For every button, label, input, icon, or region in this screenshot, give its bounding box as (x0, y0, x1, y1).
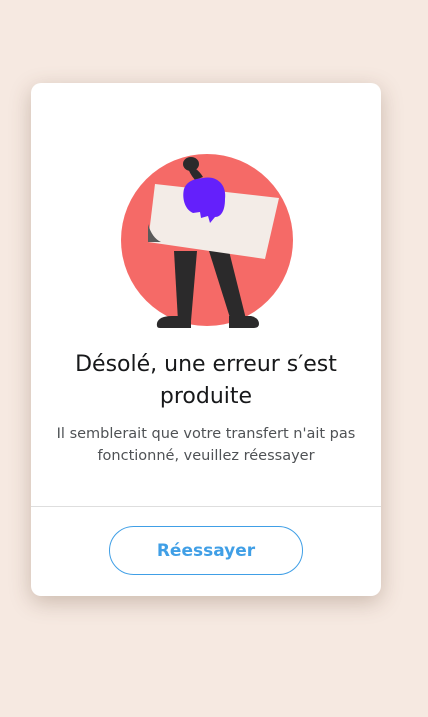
retry-button[interactable]: Réessayer (109, 526, 303, 575)
page-background: Désolé, une erreur s′est produite Il sem… (0, 0, 428, 717)
illustration-right-foot (229, 316, 259, 328)
illustration-left-foot (156, 316, 191, 328)
divider (31, 506, 381, 507)
error-illustration (121, 154, 293, 328)
error-dialog: Désolé, une erreur s′est produite Il sem… (31, 83, 381, 596)
error-title: Désolé, une erreur s′est produite (75, 352, 337, 409)
error-message: Il semblerait que votre transfert n'ait … (56, 426, 356, 464)
